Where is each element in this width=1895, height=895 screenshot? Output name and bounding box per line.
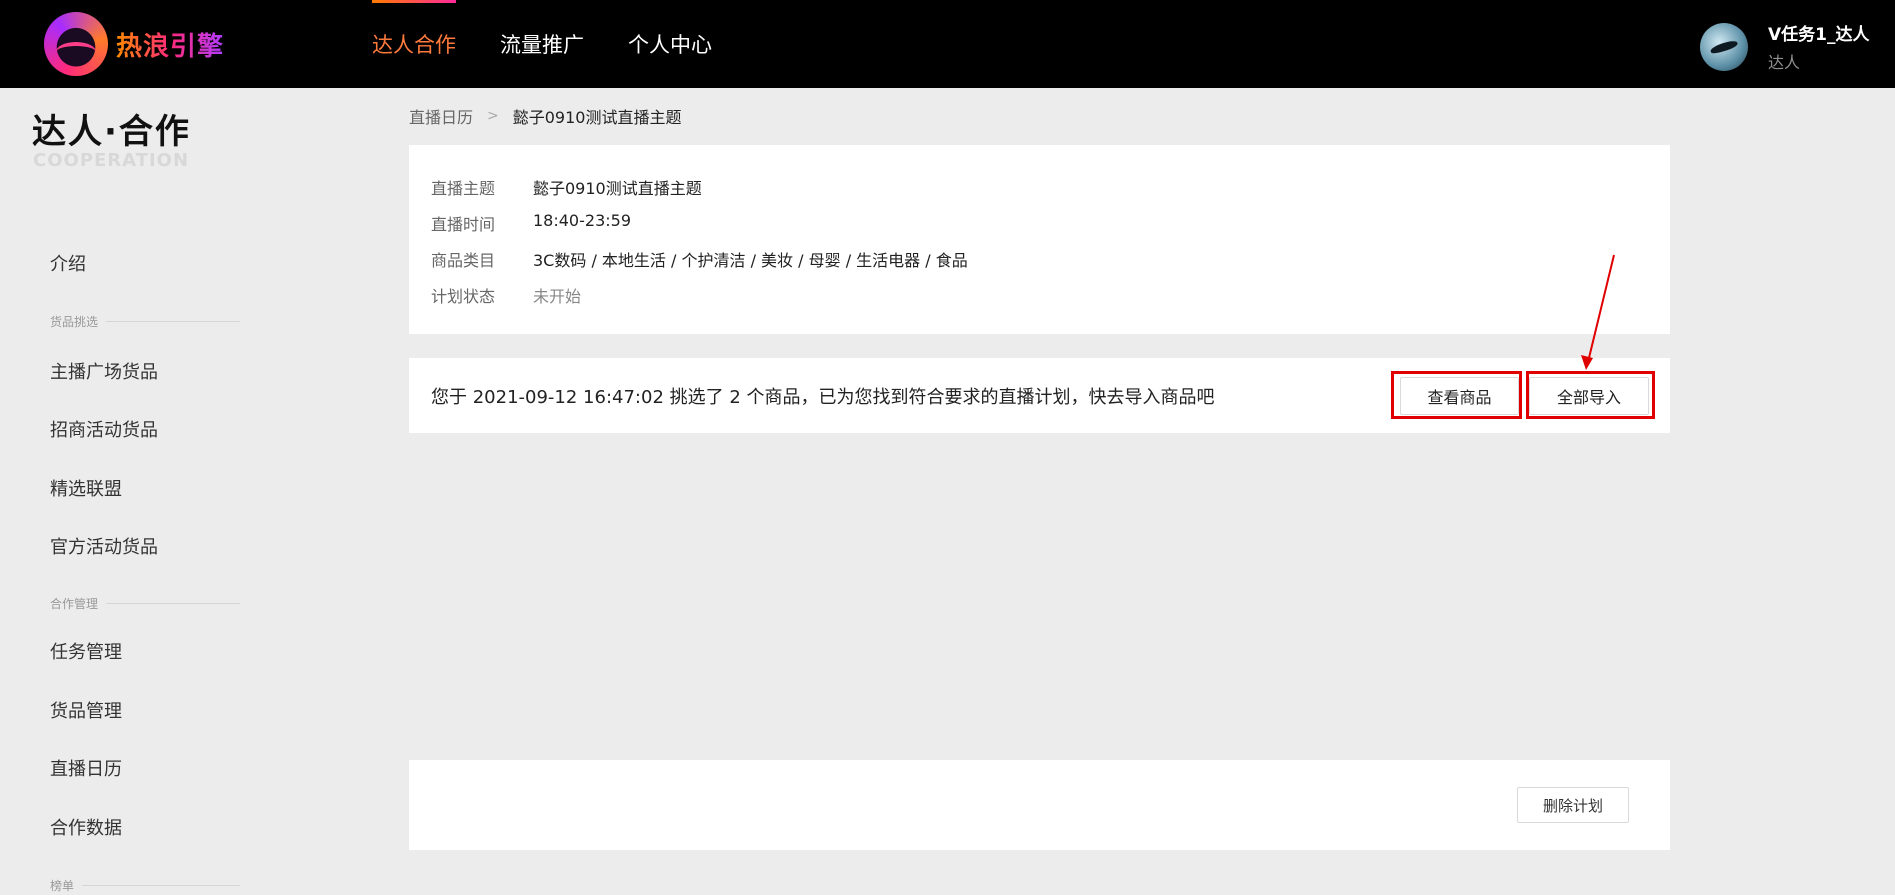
sidebar: 达人·合作 COOPERATION 介绍 货品挑选 主播广场货品 招商活动货品 … <box>0 88 260 895</box>
info-label: 计划状态 <box>431 287 496 306</box>
info-row-status: 计划状态 未开始 <box>431 283 581 307</box>
sidebar-group-label: 榜单 <box>50 879 75 893</box>
info-label: 商品类目 <box>431 251 496 270</box>
info-row-theme: 直播主题 懿子0910测试直播主题 <box>431 175 702 199</box>
sidebar-item-product-management[interactable]: 货品管理 <box>50 697 122 723</box>
delete-plan-button[interactable]: 删除计划 <box>1517 787 1629 823</box>
sidebar-group-label: 货品挑选 <box>50 315 99 329</box>
nav-item-cooperation[interactable]: 达人合作 <box>372 0 456 59</box>
info-value-category: 3C数码 / 本地生活 / 个护清洁 / 美妆 / 母婴 / 生活电器 / 食品 <box>533 251 968 270</box>
sidebar-group-products: 货品挑选 <box>50 313 240 330</box>
sidebar-item-campaign-products[interactable]: 招商活动货品 <box>50 416 158 442</box>
info-label: 直播时间 <box>431 215 496 234</box>
info-label: 直播主题 <box>431 179 496 198</box>
info-value-time: 18:40-23:59 <box>533 211 631 230</box>
sidebar-item-live-calendar[interactable]: 直播日历 <box>50 755 122 781</box>
sidebar-item-coop-data[interactable]: 合作数据 <box>50 814 122 840</box>
logo[interactable]: 热浪引擎 <box>44 12 224 76</box>
import-all-button[interactable]: 全部导入 <box>1529 377 1649 415</box>
user-name: V任务1_达人 <box>1768 25 1870 45</box>
sidebar-item-selected-alliance[interactable]: 精选联盟 <box>50 475 122 501</box>
info-row-time: 直播时间 18:40-23:59 <box>431 211 631 235</box>
sidebar-item-task-management[interactable]: 任务管理 <box>50 638 122 664</box>
info-value-theme: 懿子0910测试直播主题 <box>533 179 702 198</box>
breadcrumb-current: 懿子0910测试直播主题 <box>512 108 682 127</box>
sidebar-item-official-campaign[interactable]: 官方活动货品 <box>50 533 158 559</box>
top-bar: 热浪引擎 达人合作 流量推广 个人中心 V任务1_达人 达人 <box>0 0 1895 88</box>
logo-mark-icon <box>44 12 108 76</box>
sidebar-item-anchor-square[interactable]: 主播广场货品 <box>50 358 158 384</box>
avatar[interactable] <box>1700 22 1748 71</box>
breadcrumb: 直播日历 > 懿子0910测试直播主题 <box>409 104 681 128</box>
user-menu[interactable]: V任务1_达人 达人 <box>1700 20 1870 73</box>
main-nav: 达人合作 流量推广 个人中心 <box>372 0 756 88</box>
plan-info-card: 直播主题 懿子0910测试直播主题 直播时间 18:40-23:59 商品类目 … <box>409 145 1670 334</box>
divider <box>106 603 240 604</box>
nav-item-traffic[interactable]: 流量推广 <box>500 29 584 59</box>
divider <box>82 885 240 886</box>
footer-action-card <box>409 760 1670 850</box>
info-row-category: 商品类目 3C数码 / 本地生活 / 个护清洁 / 美妆 / 母婴 / 生活电器… <box>431 247 968 271</box>
breadcrumb-link-live-calendar[interactable]: 直播日历 <box>409 104 473 128</box>
status-badge: 未开始 <box>533 287 582 306</box>
sidebar-group-rank: 榜单 <box>50 877 240 894</box>
chevron-right-icon: > <box>487 108 499 124</box>
sidebar-brand-subtitle: COOPERATION <box>33 150 190 171</box>
logo-text: 热浪引擎 <box>116 26 224 63</box>
view-products-button[interactable]: 查看商品 <box>1400 377 1519 415</box>
import-notice-text: 您于 2021-09-12 16:47:02 挑选了 2 个商品，已为您找到符合… <box>431 387 1215 408</box>
user-role: 达人 <box>1768 53 1801 72</box>
sidebar-group-coop: 合作管理 <box>50 595 240 612</box>
sidebar-brand-title: 达人·合作 <box>32 112 191 152</box>
sidebar-item-intro[interactable]: 介绍 <box>50 250 86 276</box>
divider <box>106 321 240 322</box>
nav-item-personal-center[interactable]: 个人中心 <box>628 29 712 59</box>
sidebar-group-label: 合作管理 <box>50 597 99 611</box>
